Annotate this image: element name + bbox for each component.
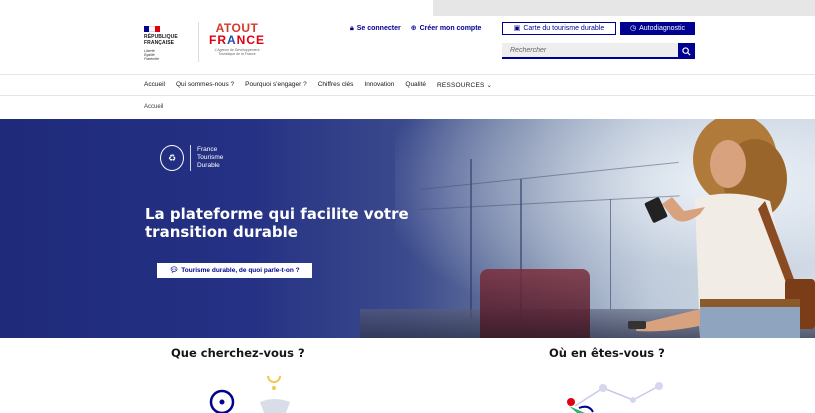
republique-francaise-logo[interactable]: RÉPUBLIQUE FRANÇAISE Liberté Égalité Fra… [144, 26, 192, 64]
search-input[interactable] [502, 43, 678, 59]
nav-item-qualite[interactable]: Qualité [405, 81, 426, 89]
sustainable-tourism-icon: ♻︎ [160, 145, 184, 171]
user-plus-icon: ⊕ [410, 24, 417, 32]
hero-woman-illustration [628, 119, 815, 338]
progress-illustration [567, 382, 663, 413]
atout-france-logo[interactable]: ATOUT FRANCE L'Agence de Développement T… [206, 22, 268, 62]
top-grey-area [433, 0, 815, 16]
section-title-progress: Où en êtes-vous ? [549, 346, 665, 360]
france-tourisme-durable-badge: ♻︎ France Tourisme Durable [160, 145, 223, 171]
republique-text: RÉPUBLIQUE FRANÇAISE [144, 34, 178, 46]
section-title-search: Que cherchez-vous ? [171, 346, 305, 360]
nav-item-ressources[interactable]: RESSOURCES ⌄ [437, 81, 492, 89]
atout-logo-tagline: L'Agence de Développement Touristique de… [214, 48, 260, 56]
search-bar [502, 43, 695, 59]
nav-item-chiffres[interactable]: Chiffres clés [318, 81, 354, 89]
search-illustration [209, 376, 290, 413]
map-button[interactable]: ▣ Carte du tourisme durable [502, 22, 616, 35]
nav-item-pourquoi[interactable]: Pourquoi s'engager ? [245, 81, 307, 89]
hero-title: La plateforme qui facilite votre transit… [145, 205, 409, 241]
atout-logo-line2: FRANCE [208, 33, 265, 47]
map-icon: ▣ [513, 25, 521, 32]
search-icon [682, 46, 691, 56]
content-section [0, 338, 815, 413]
nav-item-accueil[interactable]: Accueil [144, 81, 165, 89]
browser-top-strip [0, 0, 815, 16]
logo-separator [198, 22, 199, 62]
flag-icon [144, 26, 160, 32]
chat-icon: 💬︎ [169, 267, 179, 274]
badge-separator [190, 145, 191, 171]
signup-link[interactable]: ⊕ Créer mon compte [411, 25, 482, 32]
motto-text: Liberté Égalité Fraternité [144, 49, 159, 61]
chevron-down-icon: ⌄ [486, 82, 493, 89]
main-nav: Accueil Qui sommes-nous ? Pourquoi s'eng… [0, 74, 815, 96]
hero-train [480, 269, 590, 338]
nav-item-innovation[interactable]: Innovation [364, 81, 394, 89]
nav-item-qui-sommes-nous[interactable]: Qui sommes-nous ? [176, 81, 234, 89]
lock-icon: 🔒︎ [350, 24, 354, 32]
clock-icon: ◷ [629, 25, 637, 32]
tourisme-durable-button[interactable]: 💬︎ Tourisme durable, de quoi parle-t-on … [157, 263, 312, 278]
header-links: 🔒︎ Se connecter ⊕ Créer mon compte [350, 22, 481, 34]
autodiagnostic-button[interactable]: ◷ Autodiagnostic [620, 22, 695, 35]
badge-text: France Tourisme Durable [197, 146, 224, 169]
login-link[interactable]: 🔒︎ Se connecter [350, 25, 401, 32]
search-button[interactable] [678, 43, 695, 59]
breadcrumb[interactable]: Accueil [144, 104, 163, 110]
